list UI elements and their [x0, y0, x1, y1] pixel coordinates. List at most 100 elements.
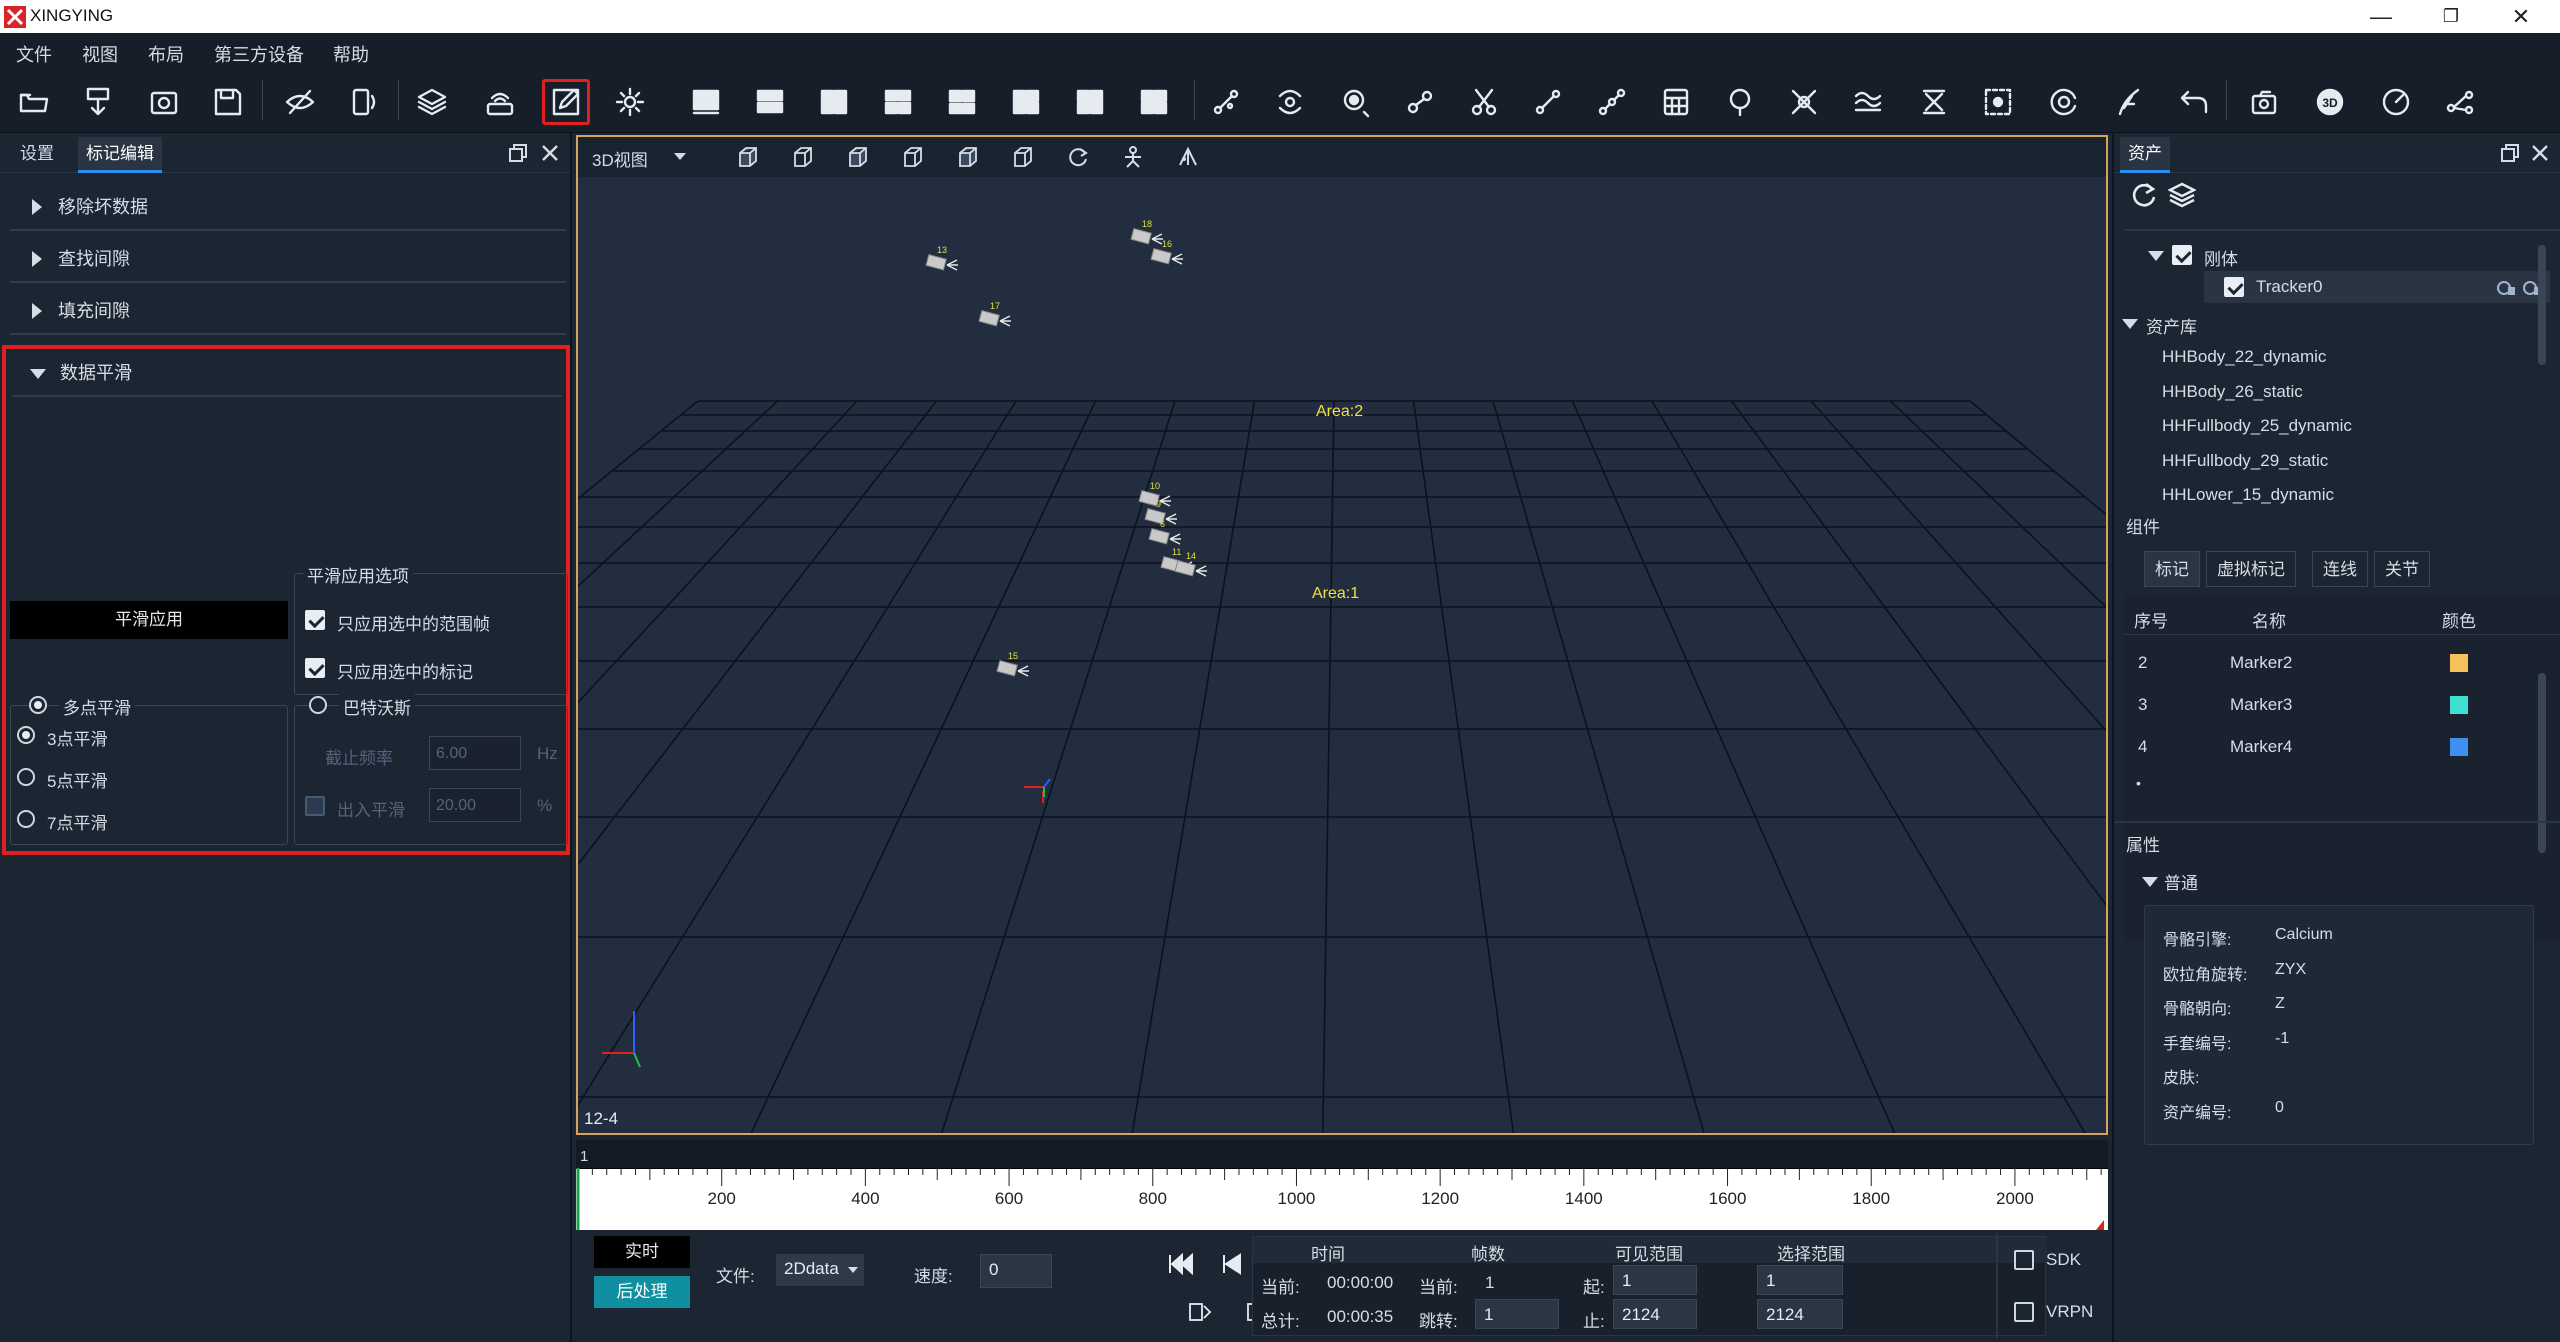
inout-input[interactable]: 20.00	[429, 788, 521, 822]
property-value[interactable]: -1	[2275, 1030, 2289, 1048]
cut-button[interactable]	[1460, 79, 1508, 125]
menu-view[interactable]: 视图	[82, 41, 118, 67]
calculator-button[interactable]	[1652, 79, 1700, 125]
target-button[interactable]	[1332, 79, 1380, 125]
skeleton-icon[interactable]	[1121, 145, 1145, 169]
float-panel-icon[interactable]	[2500, 143, 2520, 163]
subtab-joints[interactable]: 关节	[2374, 551, 2430, 587]
layers-icon[interactable]	[2168, 181, 2196, 209]
property-value[interactable]: Calcium	[2275, 926, 2333, 944]
table-row[interactable]: 2 Marker2	[2124, 645, 2544, 681]
tree-scrollbar[interactable]	[2538, 245, 2546, 365]
layout-three-b-button[interactable]	[938, 79, 986, 125]
file-select[interactable]: 2Ddata	[776, 1254, 864, 1286]
inout-smoothing-checkbox[interactable]	[305, 796, 325, 816]
rotate-markers-button[interactable]	[1266, 79, 1314, 125]
close-panel-icon[interactable]	[540, 143, 560, 163]
chain-button[interactable]	[1588, 79, 1636, 125]
visible-from-input[interactable]: 1	[1613, 1265, 1697, 1295]
multipoint-radio[interactable]	[29, 696, 47, 714]
subtab-virtual-markers[interactable]: 虚拟标记	[2206, 551, 2296, 587]
hide-eye-button[interactable]	[276, 79, 324, 125]
speed-spinbox[interactable]: 0	[980, 1254, 1052, 1288]
bottom-view-icon[interactable]	[1011, 145, 1035, 169]
section-find-gaps[interactable]: 查找间隙	[10, 235, 566, 283]
library-item[interactable]: HHLower_15_dynamic	[2162, 485, 2334, 505]
camera-icon[interactable]	[1148, 528, 1181, 545]
trim-button[interactable]	[1910, 79, 1958, 125]
camera-icon[interactable]	[1130, 228, 1163, 245]
section-remove-bad-data[interactable]: 移除坏数据	[10, 183, 566, 231]
pen-button[interactable]	[2106, 79, 2154, 125]
library-item[interactable]: HHBody_26_static	[2162, 382, 2303, 402]
table-row[interactable]: 3 Marker3	[2124, 687, 2544, 723]
marker-color-swatch[interactable]	[2450, 696, 2468, 714]
skip-to-start-icon[interactable]	[1169, 1252, 1193, 1276]
view-mode-dropdown-icon[interactable]	[674, 153, 686, 160]
capture-download-button[interactable]	[74, 79, 122, 125]
view-mode-select[interactable]: 3D视图	[592, 146, 648, 171]
collapse-icon[interactable]	[2142, 877, 2158, 887]
marker-scrollbar[interactable]	[2538, 673, 2546, 853]
smooth-5-radio[interactable]	[17, 768, 35, 786]
minimize-button[interactable]: —	[2350, 0, 2412, 33]
layout-single-button[interactable]	[682, 79, 730, 125]
save-button[interactable]	[204, 79, 252, 125]
screenshot-button[interactable]	[2240, 79, 2288, 125]
float-panel-icon[interactable]	[508, 143, 528, 163]
layout-three-d-button[interactable]	[1066, 79, 1114, 125]
library-item[interactable]: HHBody_22_dynamic	[2162, 347, 2326, 367]
front-view-icon[interactable]	[736, 145, 760, 169]
property-value[interactable]: 0	[2275, 1099, 2284, 1117]
butterworth-radio[interactable]	[309, 696, 327, 714]
tracker-checkbox[interactable]	[2224, 277, 2244, 297]
property-value[interactable]: ZYX	[2275, 961, 2306, 979]
smooth-apply-button[interactable]: 平滑应用	[10, 601, 288, 639]
timeline[interactable]: 200 400 600 800 1000 1200 1400 1600 1800 2000 1	[576, 1140, 2108, 1230]
collapse-icon[interactable]	[2148, 251, 2164, 261]
menu-layout[interactable]: 布局	[148, 41, 184, 67]
set-in-point-icon[interactable]	[1189, 1303, 1212, 1321]
top-view-icon[interactable]	[956, 145, 980, 169]
subtab-connections[interactable]: 连线	[2312, 551, 2368, 587]
layers-button[interactable]	[408, 79, 456, 125]
menu-file[interactable]: 文件	[16, 41, 52, 67]
vrpn-checkbox[interactable]	[2014, 1302, 2034, 1322]
property-value[interactable]: Z	[2275, 995, 2285, 1013]
smooth-7-radio[interactable]	[17, 810, 35, 828]
cross-button[interactable]	[1780, 79, 1828, 125]
postprocess-button[interactable]: 后处理	[594, 1276, 690, 1308]
tab-settings[interactable]: 设置	[12, 137, 62, 171]
table-row[interactable]: 4 Marker4	[2124, 729, 2544, 765]
connect-button[interactable]	[1524, 79, 1572, 125]
only-selected-markers-checkbox[interactable]	[305, 658, 325, 678]
restore-button[interactable]: ❐	[2420, 0, 2482, 33]
rotate-view-icon[interactable]	[1066, 145, 1090, 169]
camera-icon[interactable]	[978, 310, 1011, 327]
swap-button[interactable]	[1396, 79, 1444, 125]
sdk-checkbox[interactable]	[2014, 1250, 2034, 1270]
circle-button[interactable]	[1716, 79, 1764, 125]
smooth-3-radio[interactable]	[17, 726, 35, 744]
library-item[interactable]: HHFullbody_29_static	[2162, 451, 2328, 471]
link-markers-button[interactable]	[1202, 79, 1250, 125]
only-selected-range-checkbox[interactable]	[305, 610, 325, 630]
open-folder-button[interactable]	[10, 79, 58, 125]
tree-asset-library[interactable]: 资产库	[2146, 313, 2197, 338]
tracker-action-icon[interactable]	[2496, 279, 2516, 297]
right-view-icon[interactable]	[901, 145, 925, 169]
device-button[interactable]	[340, 79, 388, 125]
camera-icon[interactable]	[996, 660, 1029, 677]
section-fill-gaps[interactable]: 填充间隙	[10, 287, 566, 335]
subtab-markers[interactable]: 标记	[2144, 551, 2200, 587]
refresh-target-button[interactable]	[2040, 79, 2088, 125]
tree-rigid-body[interactable]: 刚体	[2204, 245, 2238, 270]
jump-input[interactable]: 1	[1475, 1299, 1559, 1329]
layout-split-v-button[interactable]	[810, 79, 858, 125]
close-button[interactable]: ✕	[2490, 0, 2552, 33]
camera-icon[interactable]	[925, 254, 958, 271]
select-box-button[interactable]	[1974, 79, 2022, 125]
menu-third-party[interactable]: 第三方设备	[214, 41, 304, 67]
settings-gear-button[interactable]	[606, 79, 654, 125]
collapse-icon[interactable]	[2122, 319, 2138, 329]
